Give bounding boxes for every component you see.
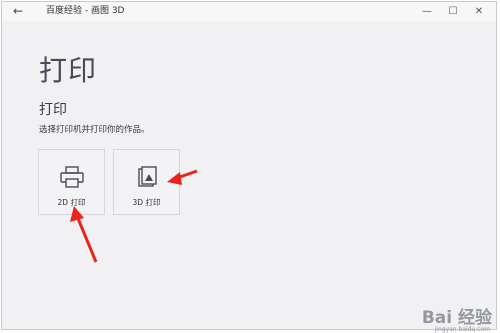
back-button[interactable]: ← — [8, 3, 28, 20]
print-2d-label: 2D 打印 — [57, 198, 86, 207]
minimize-button[interactable]: — — [414, 2, 440, 21]
printer-icon — [60, 166, 84, 188]
app-window: ← 百度经验 - 画图 3D — ☐ ✕ 打印 打印 选择打印机并打印你的作品。… — [1, 1, 497, 330]
print-3d-button[interactable]: 3D 打印 — [113, 149, 180, 215]
back-arrow-icon: ← — [12, 4, 24, 18]
3d-print-icon — [138, 166, 157, 187]
print-3d-label: 3D 打印 — [132, 198, 161, 207]
page-title: 打印 — [39, 54, 98, 87]
section-description: 选择打印机并打印你的作品。 — [39, 125, 150, 135]
maximize-button[interactable]: ☐ — [440, 2, 466, 21]
title-bar: ← 百度经验 - 画图 3D — ☐ ✕ — [2, 2, 496, 21]
window-title: 百度经验 - 画图 3D — [46, 6, 125, 16]
close-button[interactable]: ✕ — [466, 2, 492, 21]
watermark-url: jingyan.baidu.com — [434, 326, 490, 333]
watermark-logo: Bai 经验 — [421, 308, 492, 328]
print-2d-button[interactable]: 2D 打印 — [38, 149, 105, 215]
section-title: 打印 — [39, 102, 67, 118]
